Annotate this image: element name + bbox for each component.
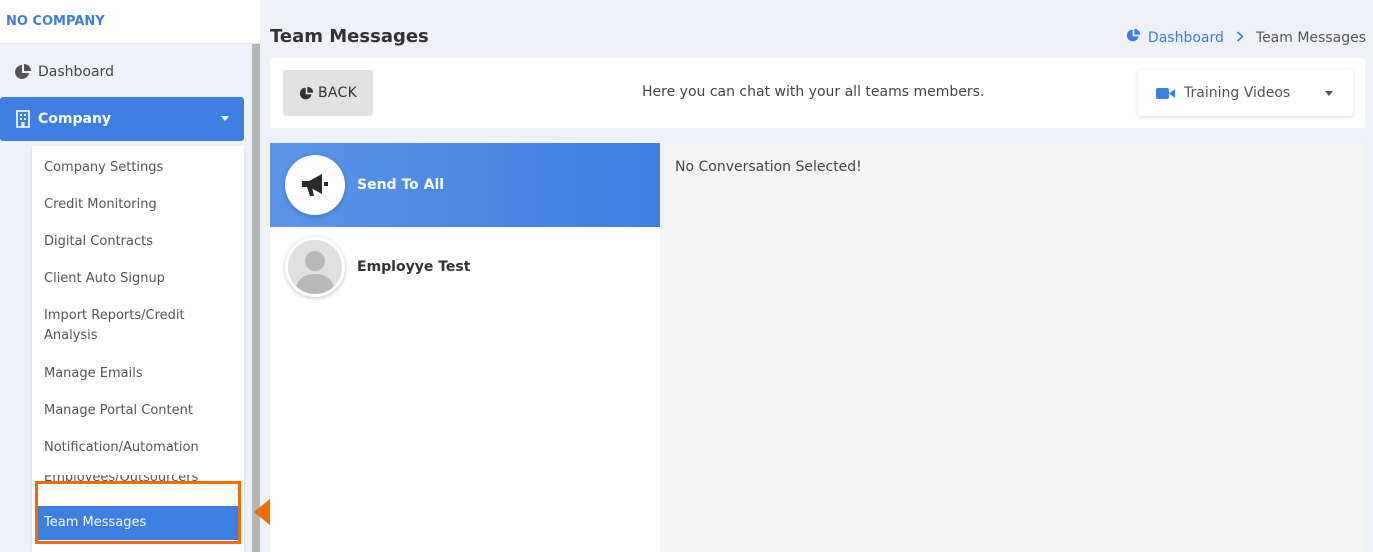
breadcrumb-current: Team Messages bbox=[1255, 29, 1366, 46]
sidebar-item-company[interactable]: Company bbox=[0, 97, 244, 141]
submenu-item-credit-monitoring[interactable]: Credit Monitoring bbox=[44, 195, 234, 215]
breadcrumb-dashboard-link[interactable]: Dashboard bbox=[1148, 30, 1224, 46]
submenu-item-import-reports[interactable]: Import Reports/Credit Analysis bbox=[44, 306, 214, 346]
sidebar-header: NO COMPANY bbox=[0, 0, 260, 44]
brand-name[interactable]: NO COMPANY bbox=[6, 14, 105, 29]
conversation-panel: No Conversation Selected! bbox=[660, 143, 1365, 552]
chevron-down-icon bbox=[221, 116, 229, 121]
sidebar-item-label: Company bbox=[38, 111, 112, 127]
sidebar-scrollbar[interactable] bbox=[252, 44, 260, 552]
company-submenu: Company Settings Credit Monitoring Digit… bbox=[32, 146, 244, 552]
chat-name: Send To All bbox=[357, 177, 445, 193]
breadcrumb: Dashboard Team Messages bbox=[1126, 28, 1366, 47]
submenu-item-company-settings[interactable]: Company Settings bbox=[44, 158, 234, 178]
default-avatar-icon bbox=[285, 237, 345, 297]
submenu-item-team-messages[interactable]: Team Messages bbox=[36, 506, 240, 540]
submenu-item-digital-contracts[interactable]: Digital Contracts bbox=[44, 232, 234, 252]
back-button-label: BACK bbox=[317, 85, 358, 101]
submenu-item-manage-emails[interactable]: Manage Emails bbox=[44, 364, 234, 384]
sidebar-item-label: Dashboard bbox=[38, 64, 114, 80]
chevron-right-icon bbox=[1236, 30, 1244, 45]
training-videos-dropdown[interactable]: Training Videos bbox=[1138, 70, 1353, 116]
submenu-item-notification-automation[interactable]: Notification/Automation bbox=[44, 438, 234, 458]
chat-item-send-to-all[interactable]: Send To All bbox=[270, 143, 660, 227]
toolbar-description: Here you can chat with your all teams me… bbox=[642, 84, 985, 100]
pie-chart-icon bbox=[1126, 28, 1141, 47]
pie-chart-icon bbox=[13, 62, 33, 82]
submenu-item-employees-outsourcers[interactable]: Employees/Outsourcers bbox=[44, 475, 234, 488]
sidebar-item-dashboard[interactable]: Dashboard bbox=[0, 50, 244, 94]
pie-chart-icon bbox=[299, 86, 314, 101]
submenu-item-client-auto-signup[interactable]: Client Auto Signup bbox=[44, 269, 234, 289]
video-camera-icon bbox=[1156, 87, 1175, 100]
chevron-down-icon bbox=[1325, 91, 1333, 96]
submenu-item-manage-portal-content[interactable]: Manage Portal Content bbox=[44, 401, 234, 421]
toolbar: BACK Here you can chat with your all tea… bbox=[270, 58, 1365, 128]
chat-item-employee[interactable]: Employye Test bbox=[270, 225, 660, 309]
megaphone-icon bbox=[285, 155, 345, 215]
back-button[interactable]: BACK bbox=[283, 70, 373, 116]
chat-name: Employye Test bbox=[357, 259, 471, 275]
sidebar: NO COMPANY Dashboard Company Company Set… bbox=[0, 0, 260, 552]
training-videos-label: Training Videos bbox=[1184, 85, 1291, 101]
chat-list: Send To All Employye Test bbox=[270, 143, 660, 552]
no-conversation-message: No Conversation Selected! bbox=[675, 159, 862, 175]
building-icon bbox=[13, 109, 33, 129]
page-title: Team Messages bbox=[270, 26, 429, 47]
